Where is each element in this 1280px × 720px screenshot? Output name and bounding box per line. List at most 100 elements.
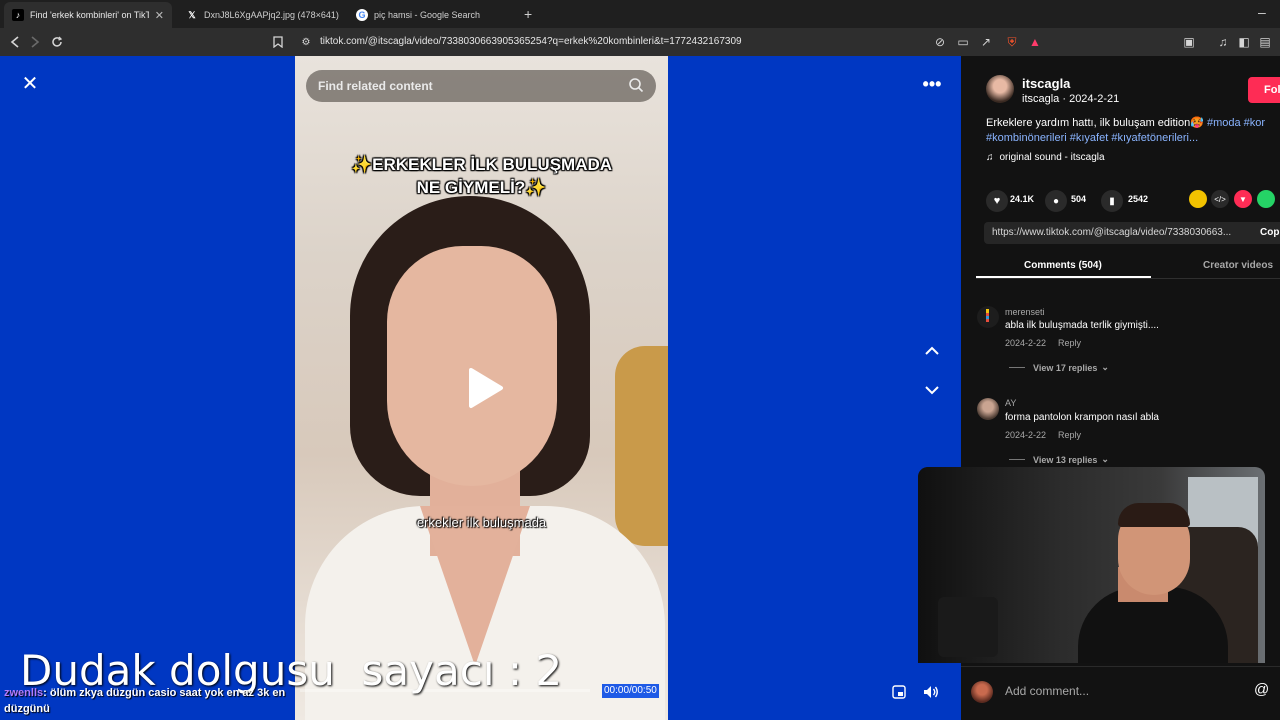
embed-icon[interactable]: </>	[1211, 190, 1229, 208]
copy-link-button[interactable]: Cop	[1260, 227, 1279, 238]
reload-icon[interactable]	[49, 34, 65, 50]
view-replies-label: View 13 replies	[1033, 454, 1098, 465]
volume-icon[interactable]	[919, 682, 943, 702]
search-placeholder: Find related content	[318, 79, 433, 93]
replies-line	[1009, 367, 1025, 368]
google-icon: G	[356, 9, 368, 21]
tab-label: DxnJ8L6XgAAPjq2.jpg (478×641)	[204, 10, 339, 20]
video-link-box[interactable]: https://www.tiktok.com/@itscagla/video/7…	[984, 222, 1280, 244]
description-text: Erkeklere yardım hattı, ilk buluşam edit…	[986, 117, 1207, 129]
comment-text: forma pantolon krampon nasıl abla	[1005, 412, 1159, 423]
close-tab-icon[interactable]: ✕	[155, 9, 164, 22]
comment-avatar[interactable]	[977, 306, 999, 328]
sidebar-icon[interactable]: ◧	[1236, 34, 1252, 50]
picture-in-picture-icon[interactable]	[887, 682, 911, 702]
browser-toolbar: ⚙ tiktok.com/@itscagla/video/73380306639…	[0, 28, 1280, 56]
tiktok-icon: ♪	[12, 9, 24, 21]
tab-tiktok[interactable]: ♪ Find 'erkek kombinleri' on TikTok ✕	[4, 2, 172, 28]
follow-button[interactable]: Fol	[1248, 77, 1280, 103]
video-title-line-2: NE GİYMELİ?✨	[416, 178, 547, 197]
search-icon[interactable]	[628, 77, 644, 93]
minimize-icon[interactable]: –	[1258, 4, 1266, 20]
description-hashtags-1[interactable]: #moda #kor	[1207, 117, 1265, 129]
comment-count: 504	[1071, 194, 1087, 204]
add-comment-input[interactable]: Add comment...	[1005, 684, 1089, 698]
sound-name: original sound - itscagla	[999, 152, 1105, 163]
share-icon[interactable]: ↗	[978, 34, 994, 50]
active-tab-indicator	[976, 276, 1151, 278]
chevron-down-icon: ⌄	[1101, 454, 1109, 464]
media-icon[interactable]: ♫	[1215, 34, 1231, 50]
new-tab-button[interactable]: +	[524, 6, 532, 22]
send-icon[interactable]: ▼	[1234, 190, 1252, 208]
tab-image[interactable]: 𝕏 DxnJ8L6XgAAPjq2.jpg (478×641)	[178, 2, 346, 28]
tab-label: Find 'erkek kombinleri' on TikTok	[30, 10, 149, 20]
tab-search-icon[interactable]: ▣	[1181, 34, 1197, 50]
replies-line	[1009, 459, 1025, 460]
tab-google[interactable]: G piç hamsi - Google Search	[348, 2, 516, 28]
more-options-icon[interactable]: •••	[916, 71, 948, 97]
forward-icon[interactable]	[27, 34, 43, 50]
bookmark-icon[interactable]: ▮	[1101, 190, 1123, 212]
tab-creator-videos[interactable]: Creator videos	[1203, 260, 1273, 271]
back-icon[interactable]	[7, 34, 23, 50]
chat-text: : ölüm zkya düzgün casio saat yok en az …	[43, 687, 286, 699]
view-replies-label: View 17 replies	[1033, 362, 1098, 373]
stream-chat-message: zwenlls: ölüm zkya düzgün casio saat yok…	[4, 685, 314, 717]
chat-text-continued: düzgünü	[4, 703, 50, 715]
previous-video-button[interactable]	[916, 335, 948, 367]
save-count: 2542	[1128, 194, 1149, 204]
video-caption: erkekler ilk buluşmada	[416, 515, 547, 530]
comment-date: 2024-2-22	[1005, 430, 1047, 440]
add-comment-bar: Add comment... @	[961, 666, 1280, 720]
address-bar[interactable]: tiktok.com/@itscagla/video/7338030663905…	[320, 36, 742, 47]
video-player[interactable]: Find related content ✨ERKEKLER İLK BULUŞ…	[295, 56, 668, 720]
view-replies-button[interactable]: View 17 replies ⌄	[1009, 362, 1109, 373]
like-icon[interactable]: ♥	[986, 190, 1008, 212]
creator-avatar[interactable]	[986, 75, 1014, 103]
tab-label: piç hamsi - Google Search	[374, 10, 481, 20]
browser-tab-bar: ♪ Find 'erkek kombinleri' on TikTok ✕ 𝕏 …	[0, 0, 1280, 28]
cast-icon[interactable]: ▭	[955, 34, 971, 50]
sound-link[interactable]: ♫ original sound - itscagla	[986, 152, 1105, 163]
user-avatar	[971, 681, 993, 703]
x-icon: 𝕏	[188, 9, 196, 20]
streamer-webcam	[918, 467, 1265, 663]
comment-icon[interactable]: ●	[1045, 190, 1067, 212]
comment-username[interactable]: merenseti	[1005, 307, 1045, 317]
chat-username: zwenlls	[4, 687, 44, 699]
creator-username[interactable]: itscagla	[1022, 76, 1070, 91]
video-title-line-1: ✨ERKEKLER İLK BULUŞMADA	[350, 155, 613, 174]
video-link: https://www.tiktok.com/@itscagla/video/7…	[992, 227, 1232, 238]
play-icon[interactable]	[463, 366, 507, 410]
comment-date: 2024-2-22	[1005, 338, 1047, 348]
video-description: Erkeklere yardım hattı, ilk buluşam edit…	[986, 116, 1280, 146]
site-settings-icon[interactable]: ⚙	[298, 34, 314, 50]
brave-shield-icon[interactable]: ⛨	[1004, 34, 1020, 50]
whatsapp-icon[interactable]	[1257, 190, 1275, 208]
comment-avatar[interactable]	[977, 398, 999, 420]
video-time: 00:00/00:50	[602, 684, 659, 698]
wallet-icon[interactable]: ▤	[1257, 34, 1273, 50]
chevron-down-icon: ⌄	[1101, 362, 1109, 372]
webcam-microphone-arm	[938, 597, 998, 657]
comment-username[interactable]: AY	[1005, 398, 1016, 408]
next-video-button[interactable]	[916, 374, 948, 406]
tabs-divider	[976, 278, 1280, 279]
reply-button[interactable]: Reply	[1058, 430, 1081, 440]
share-repost-icon[interactable]	[1189, 190, 1207, 208]
tracking-off-icon[interactable]: ⊘	[932, 34, 948, 50]
rewards-icon[interactable]: ▲	[1027, 34, 1043, 50]
tab-comments[interactable]: Comments (504)	[1024, 260, 1102, 271]
comment-text: abla ilk buluşmada terlik giymişti....	[1005, 320, 1159, 331]
webcam-person-hair	[1118, 503, 1190, 527]
mention-icon[interactable]: @	[1254, 681, 1269, 698]
description-hashtags-2[interactable]: #kombinönerileri #kıyafet #kıyafetöneril…	[986, 132, 1198, 144]
reply-button[interactable]: Reply	[1058, 338, 1081, 348]
music-note-icon: ♫	[986, 152, 994, 163]
view-replies-button[interactable]: View 13 replies ⌄	[1009, 454, 1109, 465]
close-video-button[interactable]: ✕	[17, 70, 43, 96]
related-content-search[interactable]: Find related content	[306, 70, 656, 102]
like-count: 24.1K	[1010, 194, 1035, 204]
bookmark-icon[interactable]	[270, 34, 286, 50]
